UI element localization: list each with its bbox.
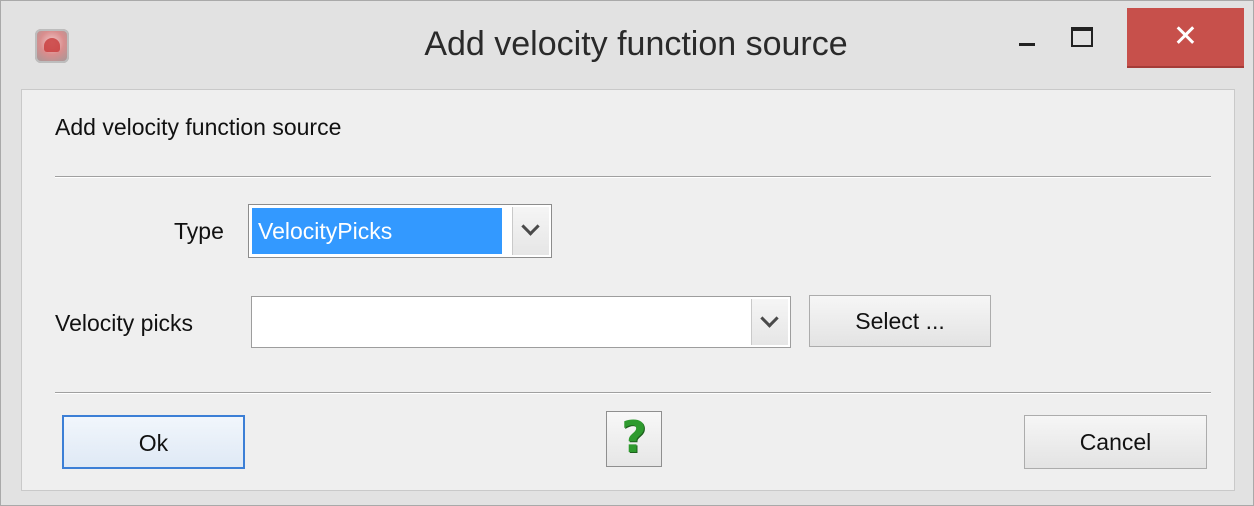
type-select[interactable]: VelocityPicks <box>248 204 552 258</box>
chevron-down-icon <box>521 217 540 236</box>
window-title: Add velocity function source <box>424 25 848 63</box>
title-bar[interactable]: Add velocity function source ✕ <box>1 1 1253 89</box>
dialog-window: Add velocity function source ✕ Add veloc… <box>0 0 1254 506</box>
bottom-separator <box>55 392 1211 394</box>
velocity-picks-select[interactable] <box>251 296 791 348</box>
help-icon: ? <box>621 412 647 463</box>
help-button[interactable]: ? <box>606 411 662 467</box>
minimize-icon[interactable] <box>1019 43 1035 46</box>
dialog-header: Add velocity function source <box>55 114 342 140</box>
velocity-picks-label: Velocity picks <box>55 310 194 336</box>
top-separator <box>55 176 1211 178</box>
ok-button[interactable]: Ok <box>62 415 245 469</box>
close-icon: ✕ <box>1172 20 1199 53</box>
app-icon[interactable] <box>35 29 69 63</box>
close-button[interactable]: ✕ <box>1127 8 1244 68</box>
chevron-down-icon <box>760 309 779 328</box>
type-dropdown-button[interactable] <box>512 207 549 255</box>
type-select-value: VelocityPicks <box>252 208 502 254</box>
select-button[interactable]: Select ... <box>809 295 991 347</box>
type-label: Type <box>174 218 224 244</box>
velocity-picks-dropdown-button[interactable] <box>751 299 788 345</box>
dialog-body: Add velocity function source Type Veloci… <box>21 89 1235 491</box>
cancel-button[interactable]: Cancel <box>1024 415 1207 469</box>
maximize-icon[interactable] <box>1071 27 1093 47</box>
